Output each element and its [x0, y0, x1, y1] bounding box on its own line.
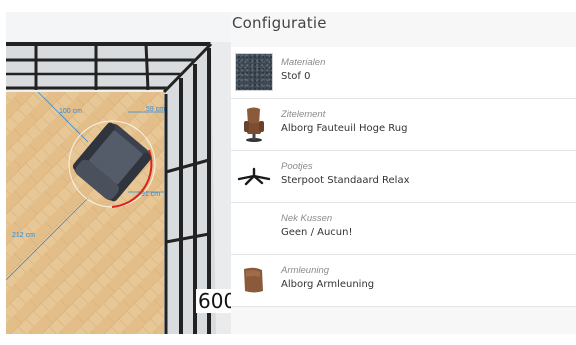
config-row-legs[interactable]: Pootjes Sterpoot Standaard Relax — [231, 151, 576, 203]
config-category: Nek Kussen — [281, 213, 333, 224]
empty-thumbnail — [235, 209, 273, 247]
config-row-seat[interactable]: Zitelement Alborg Fauteuil Hoge Rug — [231, 99, 576, 151]
star-base-icon — [235, 157, 273, 195]
config-category: Armleuning — [281, 265, 330, 276]
dimension-label-left: 212 cm — [12, 232, 35, 239]
config-value: Stof 0 — [281, 71, 311, 82]
armchair-icon — [235, 105, 273, 143]
config-row-materials[interactable]: Materialen Stof 0 — [231, 47, 576, 99]
config-row-neck-cushion[interactable]: Nek Kussen Geen / Aucun! — [231, 203, 576, 255]
configuration-panel: Configuratie Materialen Stof 0 Zitelemen… — [231, 12, 576, 334]
config-value: Alborg Fauteuil Hoge Rug — [281, 123, 408, 134]
config-value: Alborg Armleuning — [281, 279, 375, 290]
config-category: Pootjes — [281, 161, 313, 172]
dimension-label-right: 91 cm — [141, 191, 161, 198]
config-value: Geen / Aucun! — [281, 227, 353, 238]
fabric-swatch — [235, 53, 273, 91]
config-value: Sterpoot Standaard Relax — [281, 175, 410, 186]
room-3d-view[interactable]: 100 cm 59 cm 91 cm 212 cm — [6, 12, 231, 334]
config-category: Zitelement — [281, 109, 326, 120]
config-row-armrest[interactable]: Armleuning Alborg Armleuning — [231, 255, 576, 307]
armrest-icon — [235, 261, 273, 299]
config-category: Materialen — [281, 57, 326, 68]
dimension-label-right-top: 59 cm — [146, 106, 166, 113]
floor — [6, 92, 164, 334]
panel-title: Configuratie — [232, 14, 327, 32]
room-render — [6, 12, 231, 334]
configuration-list: Materialen Stof 0 Zitelement Alborg Faut… — [231, 47, 576, 307]
dimension-label-top: 100 cm — [59, 108, 82, 115]
